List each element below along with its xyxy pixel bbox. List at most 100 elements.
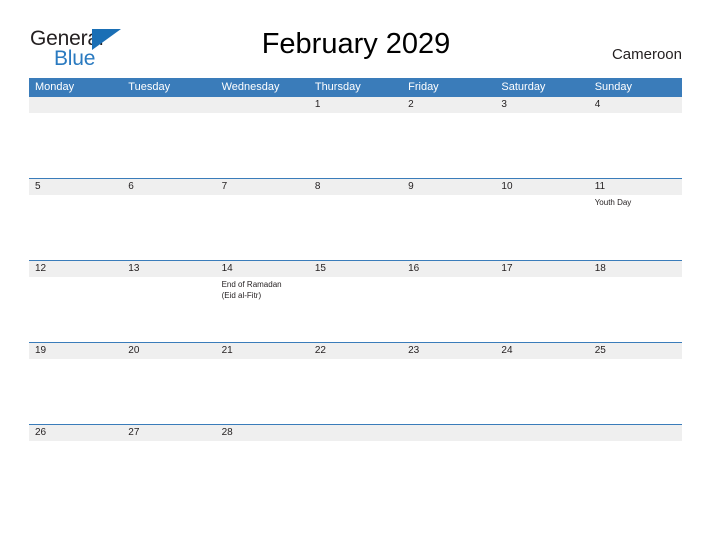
country-label: Cameroon [611, 46, 682, 63]
day-number: 1 [314, 99, 321, 110]
day-number: 8 [314, 181, 321, 192]
day-number: 7 [221, 181, 228, 192]
calendar-day-cell[interactable]: 11 Youth Day [588, 179, 682, 260]
day-number: 28 [221, 427, 233, 438]
page-header: General Blue February 2029 Cameroon [0, 0, 712, 78]
calendar-day-cell[interactable]: 9 [402, 179, 496, 260]
dow-friday: Friday [408, 81, 439, 93]
calendar-day-cell[interactable]: 27 [122, 425, 216, 506]
day-number: 5 [35, 181, 41, 192]
day-number: 14 [221, 263, 233, 274]
event-label: End of Ramadan [221, 280, 282, 289]
dow-tuesday: Tuesday [128, 81, 171, 93]
calendar-weeks: 1 2 3 4 5 6 7 8 9 10 11 Youth Day 12 13 14 End of Ramad… [29, 97, 682, 506]
day-of-week-header: Monday Tuesday Wednesday Thursday Friday… [29, 78, 682, 97]
calendar-day-cell[interactable]: 19 [29, 343, 123, 424]
day-number: 22 [314, 345, 326, 356]
day-events: Youth Day [595, 197, 679, 208]
dow-saturday: Saturday [501, 81, 546, 93]
calendar-week-row: 19 20 21 22 23 24 25 [29, 342, 682, 424]
calendar-day-cell[interactable]: 10 [495, 179, 589, 260]
calendar-day-cell[interactable]: 15 [308, 261, 403, 342]
calendar-day-cell[interactable]: 7 [215, 179, 309, 260]
day-number-strip [402, 179, 496, 195]
calendar-day-cell[interactable]: 14 End of Ramadan (Eid al-Fitr) [215, 261, 309, 342]
event-label: Youth Day [594, 198, 632, 207]
week-cells: 12 13 14 End of Ramadan (Eid al-Fitr) 15 16 17 1… [29, 261, 682, 342]
day-number: 13 [128, 263, 140, 274]
day-number: 21 [221, 345, 233, 356]
week-cells: 1 2 3 4 [29, 97, 682, 178]
week-cells: 5 6 7 8 9 10 11 Youth Day [29, 179, 682, 260]
day-number-strip [495, 425, 589, 441]
calendar-day-cell[interactable]: 8 [308, 179, 403, 260]
calendar-empty-cell [308, 425, 403, 506]
day-number-strip [495, 97, 589, 113]
calendar-day-cell[interactable]: 17 [495, 261, 589, 342]
day-number: 9 [408, 181, 414, 192]
calendar-week-row: 5 6 7 8 9 10 11 Youth Day [29, 178, 682, 260]
day-number: 12 [35, 263, 47, 274]
calendar-day-cell[interactable]: 1 [308, 97, 403, 178]
dow-monday: Monday [35, 81, 75, 93]
day-number: 15 [314, 263, 326, 274]
day-number: 18 [594, 263, 606, 274]
calendar-empty-cell [402, 425, 496, 506]
dow-wednesday: Wednesday [221, 81, 280, 93]
day-number-strip [29, 179, 123, 195]
day-number-strip [29, 97, 123, 113]
calendar-day-cell[interactable]: 12 [29, 261, 123, 342]
calendar-empty-cell [495, 425, 589, 506]
calendar-day-cell[interactable]: 4 [588, 97, 682, 178]
calendar-empty-cell [588, 425, 682, 506]
day-number-strip [402, 425, 496, 441]
calendar-day-cell[interactable]: 3 [495, 97, 589, 178]
calendar-week-row: 26 27 28 [29, 424, 682, 506]
day-number: 2 [408, 99, 414, 110]
calendar-day-cell[interactable]: 18 [588, 261, 682, 342]
week-cells: 26 27 28 [29, 425, 682, 506]
day-number: 16 [408, 263, 420, 274]
dow-sunday: Sunday [594, 81, 632, 93]
calendar-day-cell[interactable]: 28 [215, 425, 309, 506]
day-number: 11 [594, 181, 606, 192]
calendar-empty-cell [122, 97, 216, 178]
day-number-strip [308, 425, 403, 441]
day-number: 26 [35, 427, 47, 438]
day-number: 19 [35, 345, 47, 356]
day-number-strip [308, 179, 403, 195]
dow-thursday: Thursday [314, 81, 361, 93]
calendar-day-cell[interactable]: 16 [402, 261, 496, 342]
event-label: (Eid al-Fitr) [221, 291, 262, 300]
calendar-day-cell[interactable]: 20 [122, 343, 216, 424]
day-number: 17 [501, 263, 513, 274]
week-cells: 19 20 21 22 23 24 25 [29, 343, 682, 424]
day-number-strip [308, 97, 403, 113]
day-number: 23 [408, 345, 420, 356]
calendar-day-cell[interactable]: 2 [402, 97, 496, 178]
calendar-day-cell[interactable]: 13 [122, 261, 216, 342]
calendar-grid: Monday Tuesday Wednesday Thursday Friday… [29, 78, 682, 506]
day-number-strip [122, 179, 216, 195]
day-number: 27 [128, 427, 140, 438]
day-number-strip [402, 97, 496, 113]
calendar-day-cell[interactable]: 21 [215, 343, 309, 424]
calendar-day-cell[interactable]: 26 [29, 425, 123, 506]
calendar-day-cell[interactable]: 23 [402, 343, 496, 424]
day-number: 3 [501, 99, 507, 110]
calendar-day-cell[interactable]: 22 [308, 343, 403, 424]
calendar-day-cell[interactable]: 5 [29, 179, 123, 260]
day-number: 6 [128, 181, 134, 192]
calendar-empty-cell [215, 97, 309, 178]
day-number-strip [215, 179, 309, 195]
day-events: End of Ramadan (Eid al-Fitr) [222, 279, 306, 301]
day-number-strip [122, 97, 216, 113]
page-title: February 2029 [261, 28, 451, 60]
calendar-day-cell[interactable]: 24 [495, 343, 589, 424]
day-number-strip [215, 97, 309, 113]
day-number: 20 [128, 345, 140, 356]
calendar-day-cell[interactable]: 25 [588, 343, 682, 424]
calendar-day-cell[interactable]: 6 [122, 179, 216, 260]
day-number: 10 [501, 181, 513, 192]
day-number-strip [588, 425, 682, 441]
